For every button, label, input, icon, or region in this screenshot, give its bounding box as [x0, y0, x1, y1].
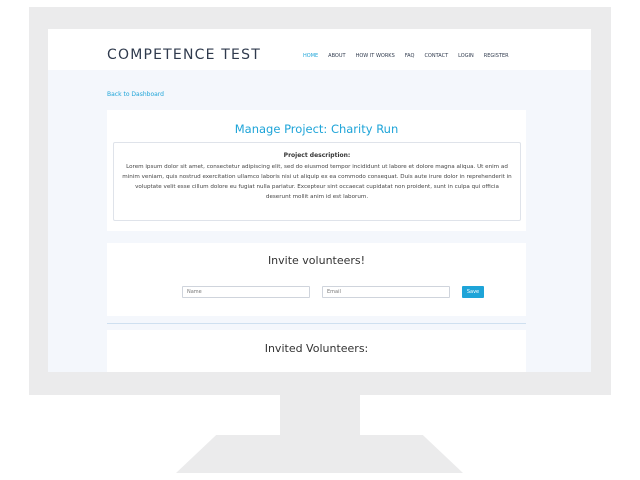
brand-logo[interactable]: COMPETENCE TEST: [107, 47, 261, 63]
project-description-box: Project description: Lorem ipsum dolor s…: [113, 142, 521, 221]
project-card: Manage Project: Charity Run Project desc…: [107, 110, 526, 231]
nav-login[interactable]: LOGIN: [458, 53, 474, 59]
screen: COMPETENCE TEST HOME ABOUT HOW IT WORKS …: [48, 29, 591, 372]
section-divider: [107, 323, 526, 324]
name-input[interactable]: Name: [182, 286, 310, 298]
navbar: COMPETENCE TEST HOME ABOUT HOW IT WORKS …: [48, 29, 591, 70]
back-to-dashboard-link[interactable]: Back to Dashboard: [107, 91, 164, 98]
nav-about[interactable]: ABOUT: [328, 53, 345, 59]
nav-how-it-works[interactable]: HOW IT WORKS: [356, 53, 395, 59]
invite-title: Invite volunteers!: [267, 254, 366, 267]
description-heading: Project description:: [283, 152, 351, 159]
invited-volunteers-card: Invited Volunteers:: [107, 330, 526, 372]
nav-faq[interactable]: FAQ: [405, 53, 415, 59]
save-button[interactable]: Save: [462, 286, 484, 298]
invited-title: Invited Volunteers:: [264, 342, 369, 355]
invite-card: Invite volunteers! Name Email Save: [107, 243, 526, 316]
nav-register[interactable]: REGISTER: [484, 53, 509, 59]
nav-home[interactable]: HOME: [303, 53, 318, 59]
page-title: Manage Project: Charity Run: [234, 122, 399, 136]
monitor-stand-neck: [280, 395, 360, 437]
monitor-stand-base: [176, 435, 463, 473]
email-input[interactable]: Email: [322, 286, 450, 298]
description-text: Lorem ipsum dolor sit amet, consectetur …: [122, 164, 512, 200]
nav-contact[interactable]: CONTACT: [424, 53, 448, 59]
nav-links: HOME ABOUT HOW IT WORKS FAQ CONTACT LOGI…: [303, 53, 519, 59]
